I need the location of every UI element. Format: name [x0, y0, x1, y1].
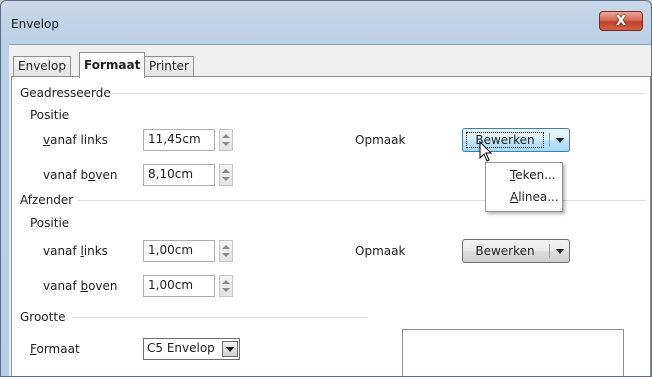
dialog-window: Envelop X Envelop Formaat Printer Geadre…	[0, 0, 652, 377]
dropdown-arrow-icon	[556, 249, 564, 254]
size-format-value: C5 Envelop	[147, 341, 215, 355]
addressee-edit-label: Bewerken	[463, 129, 547, 151]
addressee-from-top-field[interactable]: 8,10cm	[143, 164, 215, 186]
sender-format-label: Opmaak	[355, 244, 406, 258]
sender-from-top-field[interactable]: 1,00cm	[143, 275, 215, 297]
section-addressee-title: Geadresseerde	[20, 86, 111, 100]
addressee-position-label: Positie	[30, 108, 70, 122]
tab-envelop[interactable]: Envelop	[13, 56, 71, 77]
sender-from-left-field[interactable]: 1,00cm	[143, 240, 215, 262]
menu-item-alinea[interactable]: Alinea...	[510, 190, 559, 204]
section-sender-title: Afzender	[20, 193, 74, 207]
size-format-select[interactable]: C5 Envelop	[143, 338, 240, 360]
sender-from-top-label: vanaf boven	[43, 279, 118, 293]
addressee-from-top-label: vanaf boven	[43, 168, 118, 182]
close-button[interactable]: X	[599, 11, 643, 31]
combo-dropdown-button[interactable]	[222, 341, 238, 357]
sender-edit-button[interactable]: Bewerken	[462, 239, 570, 263]
dropdown-arrow-icon	[556, 138, 564, 143]
envelope-preview	[402, 329, 624, 376]
menu-item-teken[interactable]: Teken...	[510, 168, 556, 182]
window-title: Envelop	[11, 17, 59, 31]
tab-printer[interactable]: Printer	[144, 56, 194, 77]
addressee-from-left-label: vanaf links	[43, 133, 108, 147]
addressee-from-left-field[interactable]: 11,45cm	[143, 129, 215, 151]
sender-from-top-spinner[interactable]	[219, 275, 233, 297]
dialog-client: Envelop Formaat Printer Geadresseerde Po…	[9, 44, 651, 376]
addressee-format-label: Opmaak	[355, 133, 406, 147]
sender-edit-label: Bewerken	[475, 244, 535, 258]
format-panel: Geadresseerde Positie vanaf links 11,45c…	[11, 76, 651, 376]
section-divider	[72, 317, 368, 318]
size-format-label: Formaat	[30, 342, 80, 356]
addressee-from-top-spinner[interactable]	[219, 164, 233, 186]
mouse-cursor-icon	[479, 141, 493, 162]
close-icon: X	[615, 13, 627, 29]
addressee-from-left-spinner[interactable]	[219, 129, 233, 151]
tab-formaat[interactable]: Formaat	[79, 52, 146, 78]
button-separator	[549, 133, 550, 147]
chevron-down-icon	[226, 347, 234, 352]
sender-from-left-spinner[interactable]	[219, 240, 233, 262]
edit-dropdown-menu: Teken... Alinea...	[485, 162, 563, 212]
sender-from-left-label: vanaf links	[43, 244, 108, 258]
button-separator	[549, 244, 550, 258]
section-size-title: Grootte	[20, 310, 66, 324]
section-divider	[106, 93, 646, 94]
sender-position-label: Positie	[30, 216, 70, 230]
